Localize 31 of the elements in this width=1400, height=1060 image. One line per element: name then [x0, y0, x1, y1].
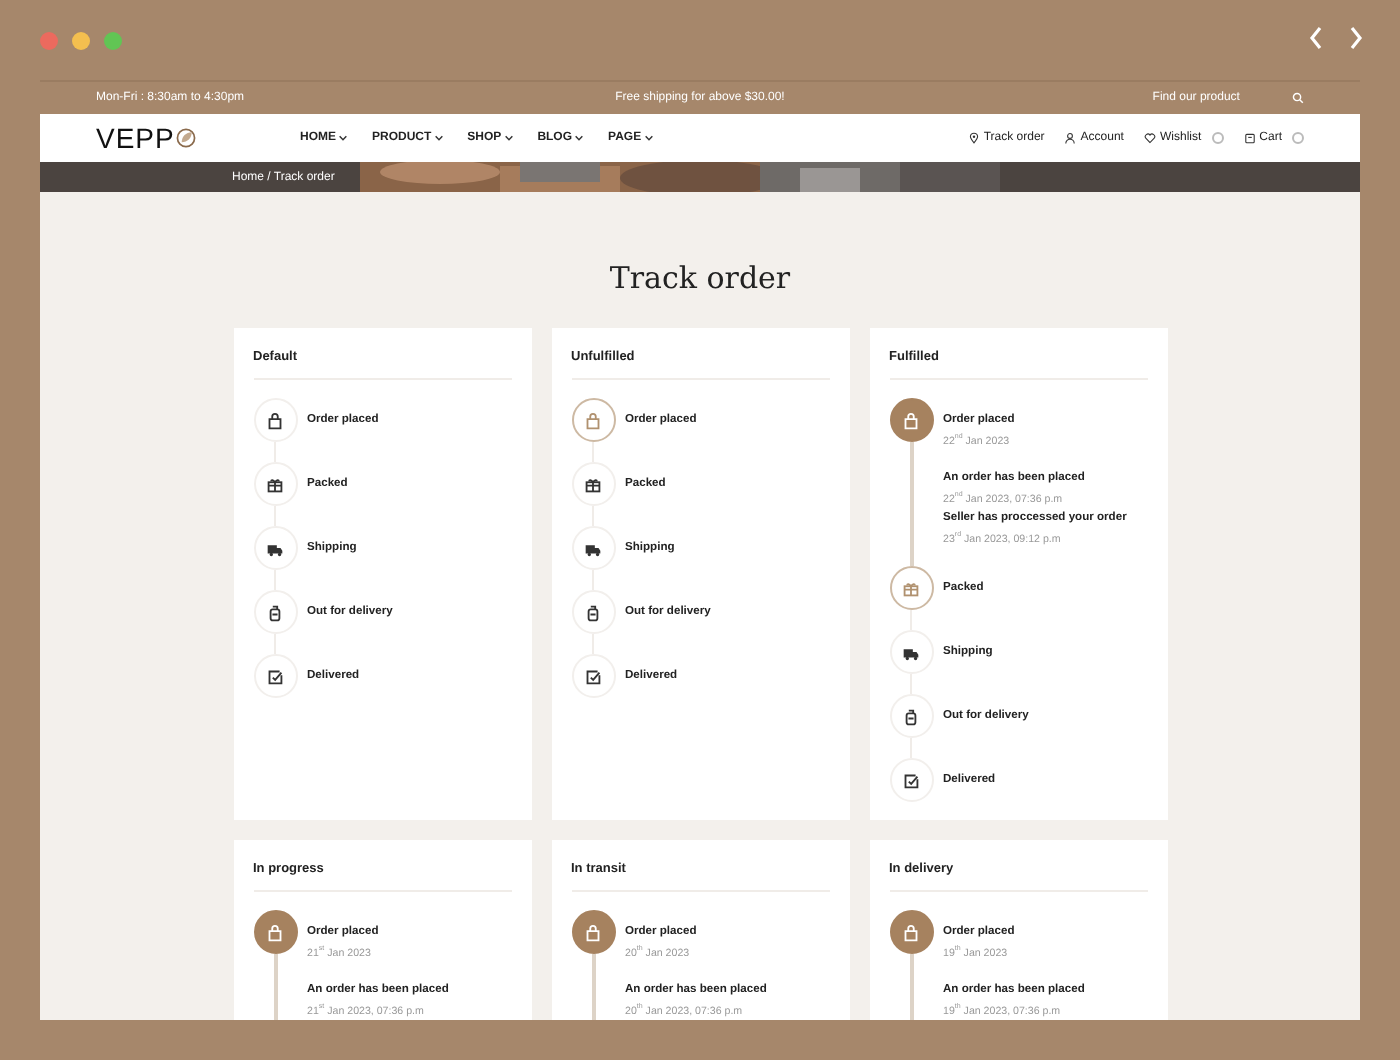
- gift-icon: [900, 577, 922, 600]
- bag-icon[interactable]: [1243, 132, 1256, 144]
- heart-icon[interactable]: [1143, 132, 1156, 144]
- bag-icon: [264, 921, 286, 943]
- checklist-icon: [900, 769, 922, 792]
- bag-icon: [900, 921, 922, 943]
- page-title: Track order: [607, 260, 793, 296]
- bag-icon: [264, 409, 286, 431]
- checklist-icon: [264, 665, 286, 687]
- caret-icon[interactable]: [643, 134, 654, 142]
- caret-icon[interactable]: [503, 134, 514, 142]
- caret-icon[interactable]: [433, 134, 444, 142]
- caret-icon[interactable]: [338, 134, 348, 142]
- minimize-dot-icon[interactable]: [72, 31, 90, 49]
- pin-icon[interactable]: [967, 132, 980, 144]
- bag-icon: [582, 409, 604, 431]
- bottle-icon: [582, 601, 604, 623]
- maximize-dot-icon[interactable]: [104, 31, 122, 49]
- bag-icon: [582, 921, 604, 943]
- caret-icon[interactable]: [574, 134, 585, 142]
- logo-text[interactable]: VEPP: [96, 122, 175, 154]
- bottle-icon: [264, 601, 286, 623]
- bottle-icon: [900, 705, 922, 728]
- user-icon[interactable]: [1064, 132, 1077, 144]
- search-icon[interactable]: [1291, 92, 1304, 104]
- gift-icon: [264, 473, 286, 495]
- close-dot-icon[interactable]: [40, 31, 58, 49]
- gift-icon: [582, 473, 604, 495]
- checklist-icon: [582, 665, 604, 687]
- leaf-circle-icon[interactable]: [176, 128, 197, 148]
- bag-icon: [900, 409, 922, 431]
